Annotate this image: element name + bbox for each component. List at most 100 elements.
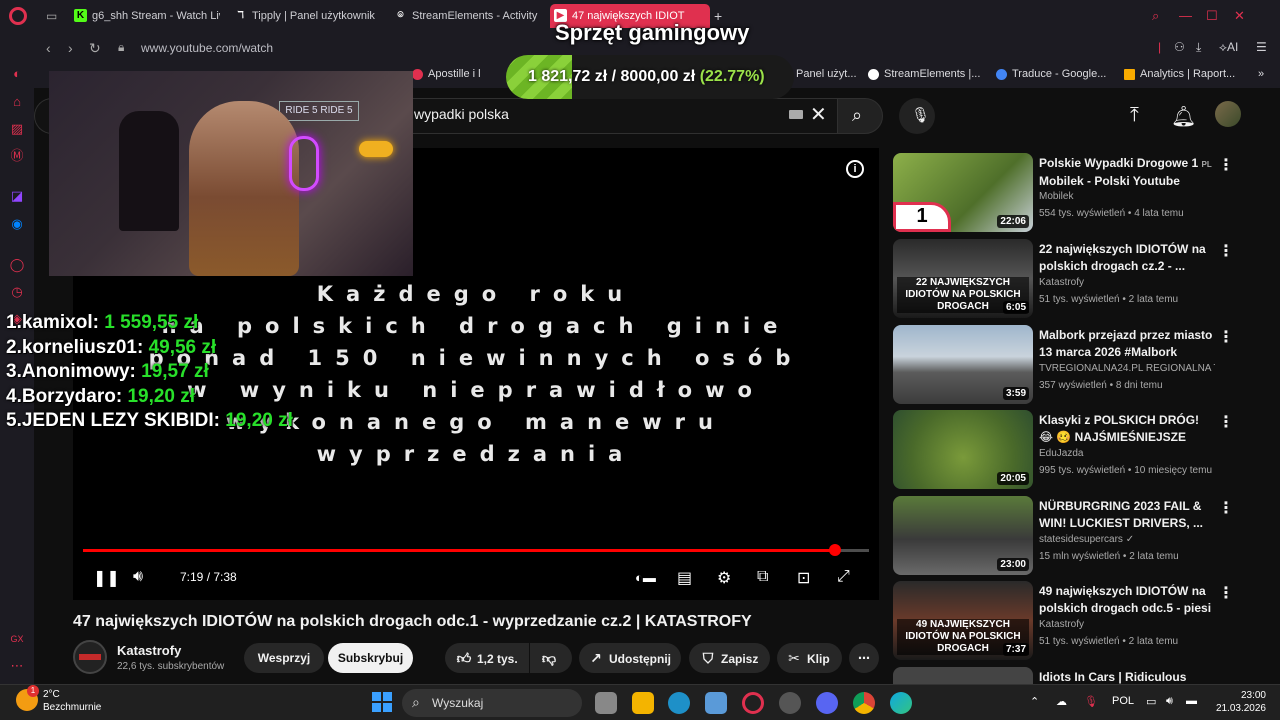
download-icon[interactable]: ⤓	[1196, 40, 1201, 55]
voice-search-button[interactable]: 🎙︎	[899, 98, 935, 134]
app-icon[interactable]	[779, 692, 801, 714]
bookmarks-more-icon[interactable]: »	[1258, 68, 1264, 80]
rec-menu-icon[interactable]: ⋮	[1218, 412, 1234, 432]
history-icon[interactable]: ◷	[9, 284, 25, 300]
url-field[interactable]: www.youtube.com/watch	[141, 41, 273, 55]
thumbnail[interactable]: 49 NAJWIĘKSZYCH IDIOTÓW NA POLSKICH DROG…	[893, 581, 1033, 660]
settings-gear-icon[interactable]: ⚙	[717, 568, 731, 588]
clear-search-icon[interactable]: ✕	[810, 102, 827, 127]
channel-avatar[interactable]	[73, 640, 107, 674]
subscribe-button[interactable]: Subskrybuj	[328, 643, 413, 673]
gx-icon[interactable]: GX	[9, 631, 25, 647]
thumbnail[interactable]: 23:00	[893, 496, 1033, 575]
recommendation-item[interactable]: 22 NAJWIĘKSZYCH IDIOTÓW NA POLSKICH DROG…	[893, 239, 1253, 319]
battery-icon[interactable]: ▬	[1186, 695, 1197, 707]
bookmark-translate[interactable]: Traduce - Google...	[996, 68, 1106, 80]
tab-streamelements[interactable]: ⌾ StreamElements - Activity	[390, 4, 550, 28]
rec-title[interactable]: 49 największych IDIOTÓW na polskich drog…	[1039, 583, 1215, 617]
thumbnail[interactable]: 1 22:06	[893, 153, 1033, 232]
reload-icon[interactable]: ↻	[89, 40, 101, 57]
rec-channel[interactable]: statesidesupercars ✓	[1039, 534, 1215, 545]
language-indicator[interactable]: POL	[1112, 695, 1134, 707]
messenger-m-icon[interactable]: Ⓜ	[9, 148, 25, 164]
thumbnail[interactable]: 20:05	[893, 410, 1033, 489]
more-actions-button[interactable]: ⋯	[849, 643, 879, 673]
start-button[interactable]	[372, 692, 392, 712]
speed-dial-icon[interactable]: ◐	[9, 66, 25, 82]
rec-channel[interactable]: Mobilek	[1039, 191, 1215, 202]
clock[interactable]: 23:00 21.03.2026	[1214, 689, 1266, 715]
rec-title[interactable]: NÜRBURGRING 2023 FAIL & WIN! LUCKIEST DR…	[1039, 498, 1215, 532]
save-button[interactable]: ⛉ Zapisz	[689, 643, 770, 673]
cloud-icon[interactable]: ☁	[1056, 695, 1067, 708]
recommendation-item[interactable]: Idiots In Cars | Ridiculous Driver	[893, 667, 1253, 684]
network-icon[interactable]: ▭	[1146, 695, 1156, 708]
edge-icon[interactable]	[890, 692, 912, 714]
rec-title[interactable]: Idiots In Cars | Ridiculous Driver	[1039, 669, 1215, 684]
channel-name[interactable]: Katastrofy	[117, 643, 181, 658]
pause-icon[interactable]: ❚❚	[93, 568, 120, 588]
taskbar-search[interactable]: ⌕	[402, 689, 582, 717]
canva-icon[interactable]	[668, 692, 690, 714]
discord-icon[interactable]	[816, 692, 838, 714]
rec-channel[interactable]: TVREGIONALNA24.PL REGIONALNA TE...	[1039, 363, 1215, 374]
rec-title[interactable]: Polskie Wypadki Drogowe 1 PL Mobilek - Po…	[1039, 155, 1215, 189]
volume-icon[interactable]: 🔊︎	[133, 568, 143, 586]
dislike-button[interactable]: 👎︎	[530, 643, 572, 673]
store-icon[interactable]	[705, 692, 727, 714]
avatar[interactable]	[1215, 101, 1241, 127]
thumbnail[interactable]: 3:59	[893, 325, 1033, 404]
thumbnail[interactable]: 22 NAJWIĘKSZYCH IDIOTÓW NA POLSKICH DROG…	[893, 239, 1033, 318]
rec-channel[interactable]: EduJazda	[1039, 448, 1215, 459]
forward-icon[interactable]: ›	[68, 40, 73, 56]
close-icon[interactable]: ✕	[1234, 8, 1245, 24]
chrome-icon[interactable]	[853, 692, 875, 714]
ai-button[interactable]: ⟡AI	[1219, 40, 1238, 55]
share-button[interactable]: ↗ Udostępnij	[579, 643, 681, 673]
back-icon[interactable]: ‹	[46, 40, 51, 56]
maximize-icon[interactable]: ☐	[1206, 8, 1218, 24]
rec-title[interactable]: Klasyki z POLSKICH DRÓG! 😂 🥴 NAJŚMIEŚNIE…	[1039, 412, 1215, 446]
rec-menu-icon[interactable]: ⋮	[1218, 155, 1234, 175]
account-icon[interactable]: ⚇	[1174, 40, 1185, 54]
info-icon[interactable]: i	[846, 160, 864, 178]
search-button[interactable]: ⌕	[837, 98, 883, 134]
file-explorer-icon[interactable]	[632, 692, 654, 714]
bookmark-apostille[interactable]: Apostille i l	[412, 68, 481, 80]
speaker-icon[interactable]: 🔊︎	[1166, 695, 1173, 708]
cast-icon[interactable]: ⊡	[797, 568, 810, 588]
progress-bar[interactable]	[83, 544, 869, 556]
tab-tipply[interactable]: ℸ Tipply | Panel użytkownik	[230, 4, 382, 28]
thumbnail[interactable]	[893, 667, 1033, 684]
search-tabs-icon[interactable]: ⌕	[1152, 8, 1159, 24]
player-icon[interactable]: ◯	[9, 257, 25, 273]
menu-icon[interactable]: ☰	[1256, 40, 1267, 54]
rec-title[interactable]: Malbork przejazd przez miasto 13 marca 2…	[1039, 327, 1215, 361]
scrubber-handle[interactable]	[828, 544, 841, 556]
bookmark-streamelements[interactable]: StreamElements |...	[868, 68, 980, 80]
fullscreen-icon[interactable]: ⤢	[837, 568, 850, 586]
rec-menu-icon[interactable]: ⋮	[1218, 241, 1234, 261]
tray-chevron-icon[interactable]: ⌃	[1030, 695, 1039, 708]
upload-icon[interactable]: ⤒	[1130, 104, 1139, 127]
notifications-bell-icon[interactable]: 🔔︎	[1171, 104, 1196, 129]
subtitles-icon[interactable]: ▤	[677, 568, 692, 588]
minimize-icon[interactable]: —	[1179, 8, 1192, 23]
bookmark-analytics[interactable]: Analytics | Raport...	[1124, 68, 1235, 80]
recommendation-item[interactable]: 23:00 NÜRBURGRING 2023 FAIL & WIN! LUCKI…	[893, 496, 1253, 576]
tab-menu-icon[interactable]: ▭	[46, 9, 57, 23]
miniplayer-icon[interactable]: ⧉	[757, 568, 768, 586]
rec-menu-icon[interactable]: ⋮	[1218, 327, 1234, 347]
clip-button[interactable]: ✂ Klip	[777, 643, 842, 673]
support-button[interactable]: Wesprzyj	[244, 643, 324, 673]
bag-icon[interactable]: ⌂	[9, 94, 25, 110]
like-button[interactable]: 👍︎ 1,2 tys.	[445, 643, 529, 673]
messenger-icon[interactable]: ◉	[9, 216, 25, 232]
rec-menu-icon[interactable]: ⋮	[1218, 583, 1234, 603]
autoplay-toggle[interactable]: ◐▬	[635, 570, 656, 585]
rec-title[interactable]: 22 największych IDIOTÓW na polskich drog…	[1039, 241, 1215, 275]
opera-logo-icon[interactable]	[9, 7, 27, 25]
recommendation-item[interactable]: 20:05 Klasyki z POLSKICH DRÓG! 😂 🥴 NAJŚM…	[893, 410, 1253, 490]
recommendation-item[interactable]: 1 22:06 Polskie Wypadki Drogowe 1 PL Mobi…	[893, 153, 1253, 233]
recommendation-item[interactable]: 49 NAJWIĘKSZYCH IDIOTÓW NA POLSKICH DROG…	[893, 581, 1253, 661]
